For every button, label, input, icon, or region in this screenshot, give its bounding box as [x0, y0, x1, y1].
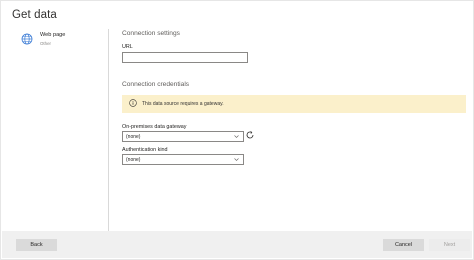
gateway-warning-banner: This data source requires a gateway. [122, 95, 466, 113]
globe-icon [21, 33, 33, 45]
auth-label: Authentication kind [122, 147, 168, 153]
gateway-select-value: (none) [126, 133, 141, 140]
info-icon [129, 99, 137, 107]
dialog-footer: Back Cancel Next [2, 231, 472, 258]
next-button[interactable]: Next [429, 239, 470, 251]
source-category: Other [40, 41, 51, 46]
chevron-down-icon [234, 158, 239, 161]
url-label: URL [122, 44, 133, 50]
dialog-title: Get data [12, 9, 57, 21]
connection-settings-heading: Connection settings [122, 30, 180, 37]
auth-select-value: (none) [126, 156, 141, 163]
cancel-button[interactable]: Cancel [383, 239, 424, 251]
gateway-select[interactable]: (none) [122, 131, 244, 142]
refresh-icon[interactable] [245, 130, 255, 140]
connection-credentials-heading: Connection credentials [122, 81, 190, 88]
panel-divider [108, 29, 109, 231]
url-input[interactable] [122, 52, 248, 63]
auth-select[interactable]: (none) [122, 154, 244, 165]
source-name: Web page [40, 32, 66, 38]
back-button[interactable]: Back [16, 239, 57, 251]
source-item-web-page[interactable]: Web page Other [21, 31, 101, 51]
chevron-down-icon [234, 135, 239, 138]
banner-text: This data source requires a gateway. [142, 101, 224, 107]
get-data-dialog: Get data Web page Other Connection setti… [0, 0, 474, 260]
gateway-label: On-premises data gateway [122, 124, 187, 130]
